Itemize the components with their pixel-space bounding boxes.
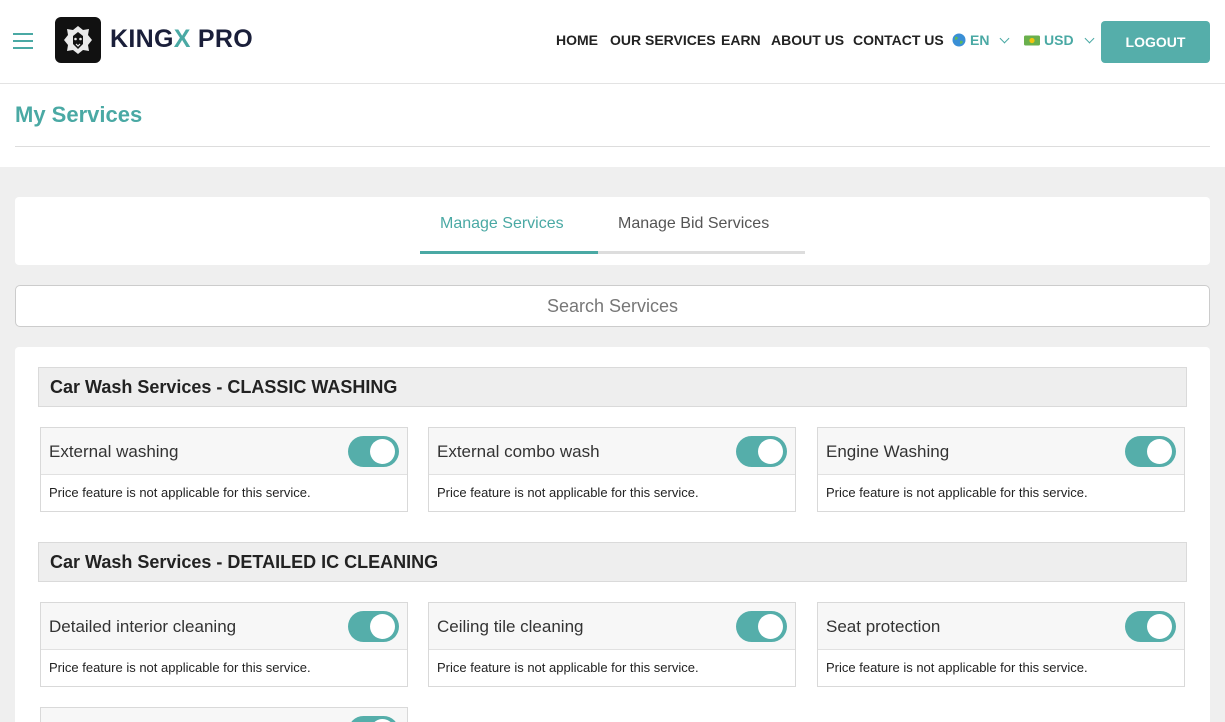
banknote-icon bbox=[1024, 35, 1040, 45]
logout-button[interactable]: LOGOUT bbox=[1101, 21, 1210, 63]
nav-our-services[interactable]: OUR SERVICES bbox=[610, 32, 716, 48]
chevron-down-icon bbox=[1084, 33, 1095, 43]
service-card: Detailed interior cleaning Price feature… bbox=[40, 602, 408, 687]
search-input[interactable] bbox=[15, 285, 1210, 327]
tab-manage-services[interactable]: Manage Services bbox=[440, 215, 564, 233]
page-title: My Services bbox=[15, 102, 143, 127]
brand-name-part: KING bbox=[110, 25, 174, 53]
service-price-note: Price feature is not applicable for this… bbox=[437, 660, 699, 675]
service-name: External combo wash bbox=[437, 442, 600, 461]
service-toggle[interactable] bbox=[736, 436, 787, 467]
service-name: Engine Washing bbox=[826, 442, 950, 461]
service-card-header: External washing bbox=[41, 428, 407, 475]
divider bbox=[15, 146, 1210, 147]
service-card bbox=[40, 707, 408, 722]
service-price-note: Price feature is not applicable for this… bbox=[437, 485, 699, 500]
nav-contact-us[interactable]: CONTACT US bbox=[853, 32, 944, 48]
globe-icon bbox=[952, 33, 966, 47]
service-name: External washing bbox=[49, 442, 179, 461]
service-name: Seat protection bbox=[826, 617, 941, 636]
service-name: Ceiling tile cleaning bbox=[437, 617, 584, 636]
nav-earn[interactable]: EARN bbox=[721, 32, 761, 48]
service-toggle[interactable] bbox=[348, 436, 399, 467]
language-selector[interactable]: EN bbox=[952, 32, 1010, 48]
nav-about-us[interactable]: ABOUT US bbox=[771, 32, 844, 48]
service-price-note: Price feature is not applicable for this… bbox=[49, 485, 311, 500]
service-card-header: Detailed interior cleaning bbox=[41, 603, 407, 650]
service-name: Detailed interior cleaning bbox=[49, 617, 237, 636]
service-toggle[interactable] bbox=[1125, 611, 1176, 642]
service-card: External combo wash Price feature is not… bbox=[428, 427, 796, 512]
service-toggle[interactable] bbox=[1125, 436, 1176, 467]
tab-manage-bid-services[interactable]: Manage Bid Services bbox=[618, 215, 769, 233]
service-toggle[interactable] bbox=[348, 716, 399, 722]
menu-icon[interactable] bbox=[13, 33, 33, 49]
service-price-note: Price feature is not applicable for this… bbox=[826, 485, 1088, 500]
tabs-card: Manage Services Manage Bid Services bbox=[15, 197, 1210, 265]
service-card: External washing Price feature is not ap… bbox=[40, 427, 408, 512]
service-price-note: Price feature is not applicable for this… bbox=[49, 660, 311, 675]
service-card-header bbox=[41, 708, 407, 722]
language-value: EN bbox=[970, 32, 990, 48]
currency-selector[interactable]: USD bbox=[1024, 32, 1095, 48]
service-card-header: Engine Washing bbox=[818, 428, 1184, 475]
service-card-header: Seat protection bbox=[818, 603, 1184, 650]
service-card: Ceiling tile cleaning Price feature is n… bbox=[428, 602, 796, 687]
service-card-header: Ceiling tile cleaning bbox=[429, 603, 795, 650]
nav-home[interactable]: HOME bbox=[556, 32, 598, 48]
tab-active-indicator bbox=[420, 251, 598, 254]
brand-name-accent: X bbox=[173, 25, 191, 53]
brand-name[interactable]: KINGX PRO bbox=[110, 25, 253, 54]
service-card: Seat protection Price feature is not app… bbox=[817, 602, 1185, 687]
service-price-note: Price feature is not applicable for this… bbox=[826, 660, 1088, 675]
chevron-down-icon bbox=[1000, 33, 1010, 43]
service-card-header: External combo wash bbox=[429, 428, 795, 475]
category-header: Car Wash Services - DETAILED IC CLEANING bbox=[38, 542, 1187, 582]
category-header: Car Wash Services - CLASSIC WASHING bbox=[38, 367, 1187, 407]
service-card: Engine Washing Price feature is not appl… bbox=[817, 427, 1185, 512]
lion-logo-icon[interactable] bbox=[55, 17, 101, 63]
service-toggle[interactable] bbox=[348, 611, 399, 642]
service-toggle[interactable] bbox=[736, 611, 787, 642]
brand-name-part: PRO bbox=[190, 25, 254, 53]
currency-value: USD bbox=[1044, 32, 1074, 48]
top-header: KINGX PRO HOME OUR SERVICES EARN ABOUT U… bbox=[0, 0, 1225, 84]
